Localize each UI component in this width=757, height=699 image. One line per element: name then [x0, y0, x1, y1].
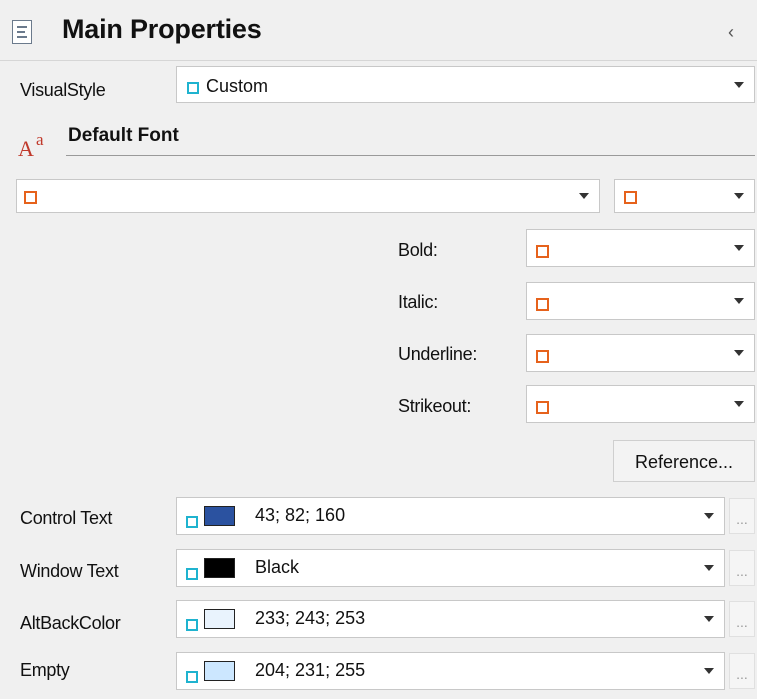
bold-label: Bold:	[398, 240, 438, 260]
heading-rule	[66, 155, 755, 156]
chevron-down-icon[interactable]	[694, 550, 724, 586]
square-icon	[186, 516, 198, 528]
chevron-down-icon[interactable]	[724, 335, 754, 371]
collapse-icon[interactable]: ‹	[728, 22, 734, 43]
visual-style-dropdown[interactable]: Custom	[176, 66, 755, 103]
reference-button[interactable]: Reference...	[613, 440, 755, 482]
chevron-down-icon[interactable]	[694, 601, 724, 637]
ellipsis-button[interactable]: ...	[729, 498, 755, 534]
square-icon	[536, 350, 549, 363]
color-value: 204; 231; 255	[255, 660, 366, 680]
square-icon	[536, 298, 549, 311]
font-icon: A a	[18, 130, 44, 161]
underline-label: Underline:	[398, 344, 478, 364]
chevron-down-icon[interactable]	[694, 653, 724, 689]
square-icon	[186, 619, 198, 631]
divider	[0, 60, 757, 61]
color-swatch	[204, 506, 235, 526]
empty-label: Empty	[20, 660, 70, 680]
chevron-down-icon[interactable]	[724, 283, 754, 319]
italic-dropdown[interactable]	[526, 282, 755, 320]
underline-dropdown[interactable]	[526, 334, 755, 372]
window-text-label: Window Text	[20, 561, 119, 581]
ellipsis-button[interactable]: ...	[729, 601, 755, 637]
alt-back-color-label: AltBackColor	[20, 613, 121, 633]
square-icon	[624, 191, 637, 204]
bold-dropdown[interactable]	[526, 229, 755, 267]
empty-dropdown[interactable]: 204; 231; 255	[176, 652, 725, 690]
square-icon	[187, 82, 199, 94]
visual-style-value: Custom	[206, 76, 269, 96]
panel-header: Main Properties ‹	[0, 0, 757, 60]
color-swatch	[204, 661, 235, 681]
control-text-dropdown[interactable]: 43; 82; 160	[176, 497, 725, 535]
panel-title: Main Properties	[62, 14, 262, 44]
chevron-down-icon[interactable]	[694, 498, 724, 534]
ellipsis-button[interactable]: ...	[729, 550, 755, 586]
properties-icon	[12, 20, 32, 44]
chevron-down-icon[interactable]	[724, 67, 754, 102]
color-value: Black	[255, 557, 300, 577]
square-icon	[24, 191, 37, 204]
font-name-dropdown[interactable]	[16, 179, 600, 213]
square-icon	[186, 568, 198, 580]
square-icon	[536, 245, 549, 258]
window-text-dropdown[interactable]: Black	[176, 549, 725, 587]
chevron-down-icon[interactable]	[724, 386, 754, 422]
strikeout-dropdown[interactable]	[526, 385, 755, 423]
chevron-down-icon[interactable]	[724, 180, 754, 212]
color-swatch	[204, 558, 235, 578]
chevron-down-icon[interactable]	[724, 230, 754, 266]
square-icon	[186, 671, 198, 683]
alt-back-color-dropdown[interactable]: 233; 243; 253	[176, 600, 725, 638]
ellipsis-button[interactable]: ...	[729, 653, 755, 689]
control-text-label: Control Text	[20, 508, 113, 528]
chevron-down-icon[interactable]	[569, 180, 599, 212]
color-value: 233; 243; 253	[255, 608, 366, 628]
font-size-dropdown[interactable]	[614, 179, 755, 213]
color-value: 43; 82; 160	[255, 505, 346, 525]
color-swatch	[204, 609, 235, 629]
italic-label: Italic:	[398, 292, 438, 312]
visual-style-label: VisualStyle	[20, 80, 106, 100]
default-font-heading: Default Font	[68, 125, 179, 146]
strikeout-label: Strikeout:	[398, 396, 472, 416]
square-icon	[536, 401, 549, 414]
